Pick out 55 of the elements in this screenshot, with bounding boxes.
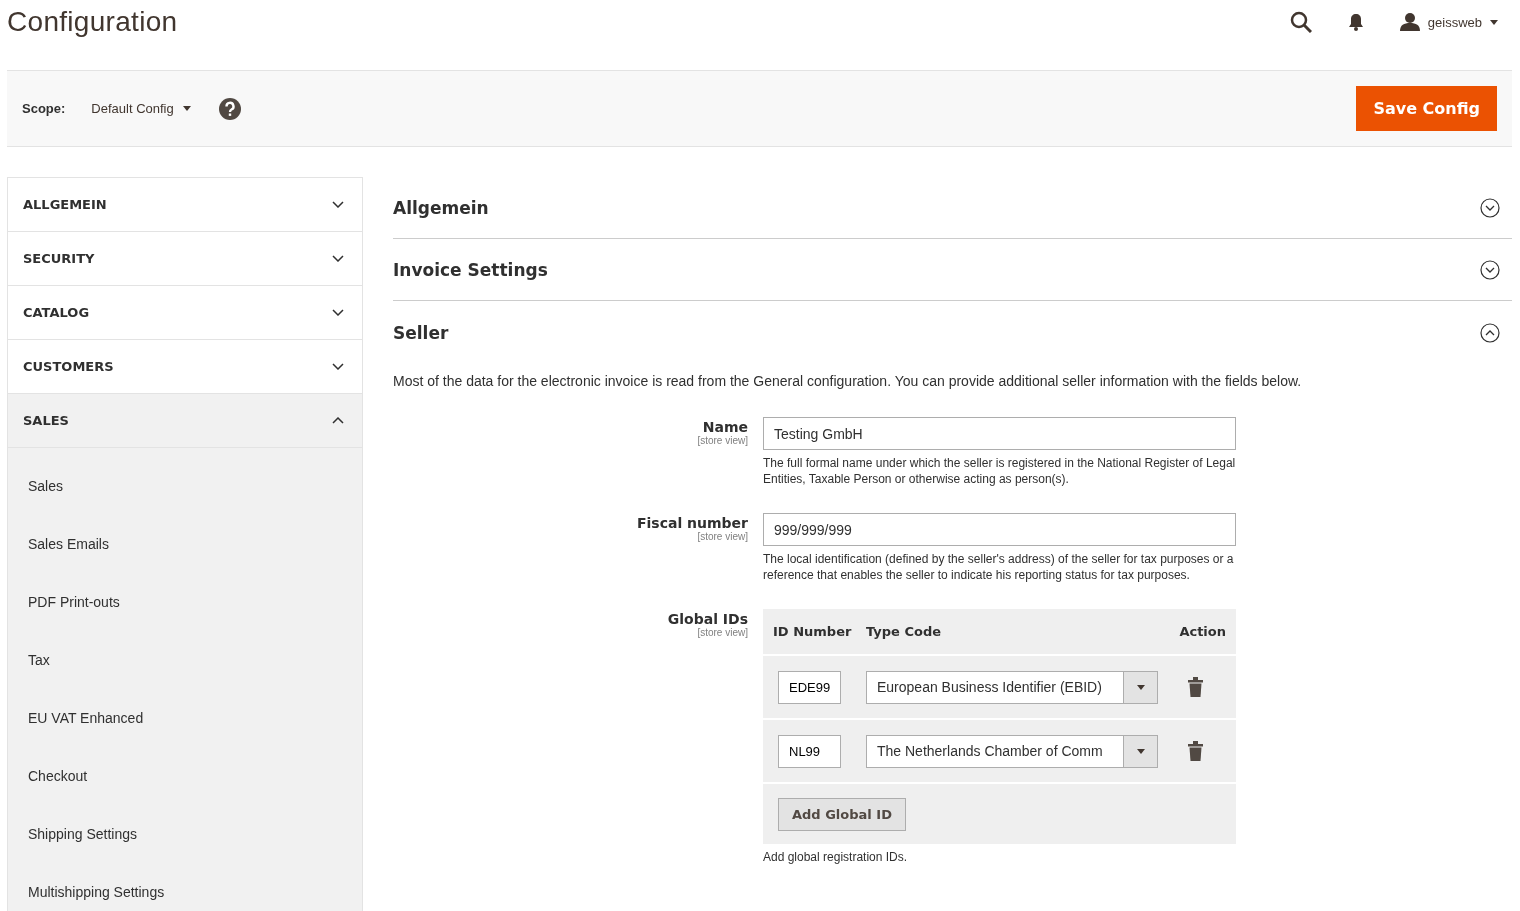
scope-hint: [store view] bbox=[696, 627, 748, 638]
chevron-circle-icon[interactable] bbox=[1480, 197, 1500, 218]
sidebar-link[interactable]: Shipping Settings bbox=[8, 805, 137, 863]
sidebar-link[interactable]: Tax bbox=[8, 631, 50, 689]
field-label: Name bbox=[701, 419, 748, 435]
page-title: Configuration bbox=[7, 6, 178, 38]
sidebar-link[interactable]: EU VAT Enhanced bbox=[8, 689, 144, 747]
text-field[interactable]: 999/999/999 bbox=[763, 513, 1236, 546]
bell-icon[interactable] bbox=[1347, 13, 1364, 31]
chevron-icon[interactable] bbox=[332, 255, 344, 262]
field-note: Add global registration IDs. bbox=[763, 849, 909, 865]
scope-hint: [store view] bbox=[696, 531, 748, 542]
help-icon[interactable] bbox=[218, 97, 241, 120]
sidebar-link[interactable]: Multishipping Settings bbox=[8, 863, 165, 911]
scope-dropdown[interactable]: Default Config bbox=[91, 101, 191, 116]
trash-icon[interactable] bbox=[1188, 741, 1203, 761]
user-icon[interactable] bbox=[1399, 13, 1420, 31]
sidebar-link[interactable]: PDF Print-outs bbox=[8, 573, 120, 631]
sidebar-link[interactable]: Checkout bbox=[8, 747, 88, 805]
chevron-icon[interactable] bbox=[332, 417, 344, 424]
sidebar-link[interactable]: Sales bbox=[8, 457, 64, 515]
caret-icon[interactable] bbox=[182, 106, 191, 111]
field-label: Fiscal number bbox=[635, 515, 748, 531]
chevron-circle-icon[interactable] bbox=[1480, 259, 1500, 280]
caret-icon[interactable] bbox=[1136, 748, 1145, 754]
scope-hint: [store view] bbox=[696, 435, 748, 446]
sidebar-section[interactable]: SALES bbox=[8, 394, 362, 448]
id-field[interactable]: NL99 bbox=[778, 734, 841, 768]
save-config-button[interactable]: Save Config bbox=[1356, 86, 1497, 131]
field-note: The local identification (defined by the seller's address) of the seller for tax purposes or a reference that enables the seller to indicate his reporting status for tax purposes. bbox=[763, 551, 1235, 583]
section-header[interactable]: Invoice Settings bbox=[393, 239, 1512, 301]
column-header: ID Number bbox=[773, 624, 853, 639]
column-header: Action bbox=[1179, 624, 1226, 639]
trash-icon[interactable] bbox=[1188, 677, 1203, 697]
id-field[interactable]: EDE99 bbox=[778, 670, 841, 704]
caret-icon[interactable] bbox=[1136, 684, 1145, 690]
add-global-id-button[interactable]: Add Global ID bbox=[778, 797, 906, 831]
caret-icon[interactable] bbox=[1490, 19, 1498, 25]
type-select[interactable]: European Business Identifier (EBID) bbox=[866, 670, 1158, 704]
sidebar-link[interactable]: Sales Emails bbox=[8, 515, 109, 573]
section-header[interactable]: Seller bbox=[393, 301, 1512, 365]
column-header: Type Code bbox=[866, 624, 943, 639]
section-header[interactable]: Allgemein bbox=[393, 177, 1512, 239]
search-icon[interactable] bbox=[1289, 11, 1312, 33]
section-description: Most of the data for the electronic invoice is read from the General configuration. You can provide additional seller information with the fields below. bbox=[393, 373, 1303, 389]
type-select[interactable]: The Netherlands Chamber of Comm bbox=[866, 734, 1158, 768]
chevron-icon[interactable] bbox=[332, 201, 344, 208]
field-label: Global IDs bbox=[666, 611, 748, 627]
field-note: The full formal name under which the seller is registered in the National Register of Legal Entities, Taxable Person or otherwise acting as person(s). bbox=[763, 455, 1236, 487]
scope-label: Scope: bbox=[22, 101, 66, 116]
user-menu[interactable]: geissweb bbox=[1399, 13, 1498, 31]
chevron-circle-icon[interactable] bbox=[1480, 323, 1500, 343]
text-field[interactable]: Testing GmbH bbox=[763, 417, 1236, 450]
chevron-icon[interactable] bbox=[332, 309, 344, 316]
chevron-icon[interactable] bbox=[332, 363, 344, 370]
